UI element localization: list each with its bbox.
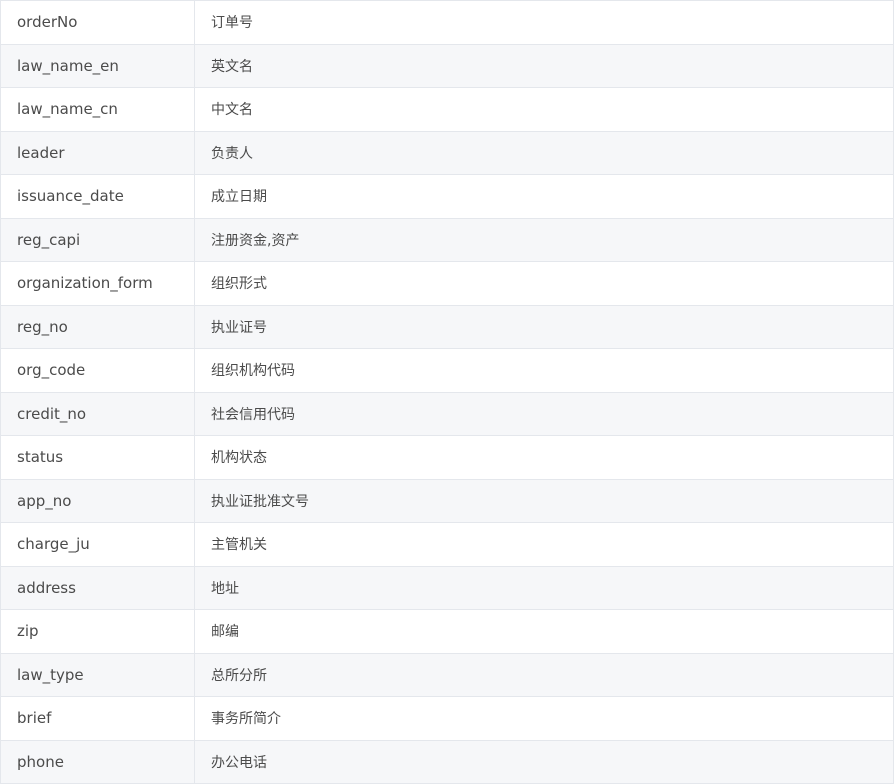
field-description-cell: 英文名 xyxy=(211,58,253,75)
table-row: law_type 总所分所 xyxy=(1,653,893,697)
field-description-cell: 总所分所 xyxy=(211,667,267,684)
table-row: phone 办公电话 xyxy=(1,740,893,784)
table-row: law_name_en 英文名 xyxy=(1,44,893,88)
field-name-cell: reg_no xyxy=(1,305,195,348)
table-row: reg_no 执业证号 xyxy=(1,305,893,349)
field-description-cell: 邮编 xyxy=(211,624,239,641)
field-name-cell: law_name_en xyxy=(1,44,195,87)
field-name-cell: charge_ju xyxy=(1,523,195,566)
field-description-cell: 组织机构代码 xyxy=(211,363,295,380)
table-row: reg_capi 注册资金,资产 xyxy=(1,218,893,262)
field-name-cell: issuance_date xyxy=(1,175,195,218)
field-description-cell: 社会信用代码 xyxy=(211,406,295,423)
table-row: issuance_date 成立日期 xyxy=(1,175,893,219)
field-name-cell: phone xyxy=(1,740,195,783)
table-row: address 地址 xyxy=(1,566,893,610)
field-name-cell: credit_no xyxy=(1,392,195,435)
field-name-cell: brief xyxy=(1,697,195,740)
field-description-cell: 机构状态 xyxy=(211,450,267,467)
field-name-cell: organization_form xyxy=(1,262,195,305)
field-name-cell: reg_capi xyxy=(1,218,195,261)
field-description-cell: 中文名 xyxy=(211,102,253,119)
field-description-cell: 主管机关 xyxy=(211,537,267,554)
table-row: credit_no 社会信用代码 xyxy=(1,392,893,436)
field-name-cell: leader xyxy=(1,131,195,174)
field-name-cell: law_name_cn xyxy=(1,88,195,131)
table-row: orderNo 订单号 xyxy=(1,1,893,45)
field-name-cell: zip xyxy=(1,610,195,653)
field-description-cell: 注册资金,资产 xyxy=(211,232,300,249)
field-description-cell: 订单号 xyxy=(211,15,253,32)
field-description-cell: 组织形式 xyxy=(211,276,267,293)
field-table: orderNo 订单号 law_name_en 英文名 law_name_cn … xyxy=(0,0,894,784)
table-row: zip 邮编 xyxy=(1,610,893,654)
field-name-cell: law_type xyxy=(1,653,195,696)
field-name-cell: orderNo xyxy=(1,1,195,44)
field-description-cell: 执业证号 xyxy=(211,319,267,336)
field-name-cell: status xyxy=(1,436,195,479)
table-row: org_code 组织机构代码 xyxy=(1,349,893,393)
table-row: status 机构状态 xyxy=(1,436,893,480)
field-description-cell: 成立日期 xyxy=(211,189,267,206)
field-name-cell: org_code xyxy=(1,349,195,392)
field-description-cell: 负责人 xyxy=(211,145,253,162)
table-row: leader 负责人 xyxy=(1,131,893,175)
table-row: brief 事务所简介 xyxy=(1,697,893,741)
field-name-cell: address xyxy=(1,566,195,609)
field-name-cell: app_no xyxy=(1,479,195,522)
table-row: app_no 执业证批准文号 xyxy=(1,479,893,523)
field-description-cell: 地址 xyxy=(211,580,239,597)
table-row: charge_ju 主管机关 xyxy=(1,523,893,567)
field-description-cell: 办公电话 xyxy=(211,754,267,771)
field-description-cell: 事务所简介 xyxy=(211,711,281,728)
table-row: organization_form 组织形式 xyxy=(1,262,893,306)
field-description-cell: 执业证批准文号 xyxy=(211,493,309,510)
table-row: law_name_cn 中文名 xyxy=(1,88,893,132)
